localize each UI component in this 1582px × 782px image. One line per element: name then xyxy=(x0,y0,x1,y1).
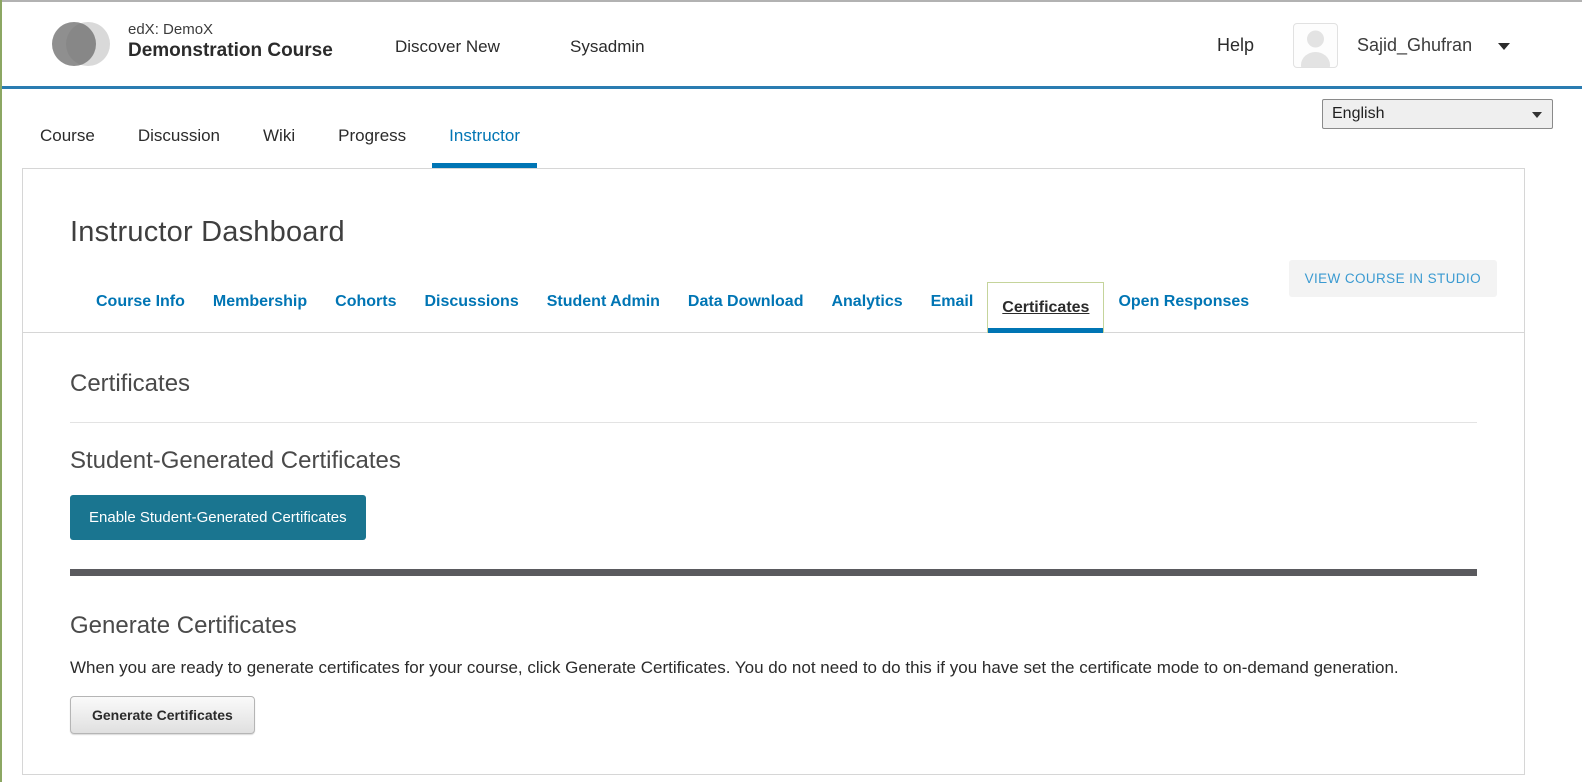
nav-tab-wiki[interactable]: Wiki xyxy=(263,126,295,146)
tab-data-download[interactable]: Data Download xyxy=(674,275,818,332)
user-menu-caret-icon[interactable] xyxy=(1498,43,1510,50)
course-nav: Course Discussion Wiki Progress Instruct… xyxy=(40,126,537,168)
tab-email[interactable]: Email xyxy=(917,275,988,332)
header-link-help[interactable]: Help xyxy=(1217,35,1254,56)
header-link-discover-new[interactable]: Discover New xyxy=(395,37,500,57)
chevron-down-icon xyxy=(1532,112,1542,118)
certificates-section-heading: Certificates xyxy=(70,370,191,397)
course-org-label: edX: DemoX xyxy=(128,21,214,38)
language-select-value: English xyxy=(1332,105,1385,122)
generate-certificates-heading: Generate Certificates xyxy=(70,612,297,639)
header-link-sysadmin[interactable]: Sysadmin xyxy=(570,37,645,57)
nav-tab-progress[interactable]: Progress xyxy=(338,126,406,146)
section-divider xyxy=(70,422,1477,423)
global-header: edX: DemoX Demonstration Course Discover… xyxy=(0,2,1582,89)
tab-cohorts[interactable]: Cohorts xyxy=(321,275,410,332)
tab-course-info[interactable]: Course Info xyxy=(82,275,199,332)
course-title: Demonstration Course xyxy=(128,40,333,61)
page-title: Instructor Dashboard xyxy=(70,216,345,248)
instructor-dashboard-panel: Instructor Dashboard VIEW COURSE IN STUD… xyxy=(22,168,1525,775)
view-course-in-studio-button[interactable]: VIEW COURSE IN STUDIO xyxy=(1288,260,1497,297)
tab-analytics[interactable]: Analytics xyxy=(817,275,916,332)
generate-certificates-button[interactable]: Generate Certificates xyxy=(70,696,255,735)
nav-tab-course[interactable]: Course xyxy=(40,126,95,146)
language-select[interactable]: English xyxy=(1322,99,1553,129)
tab-student-admin[interactable]: Student Admin xyxy=(533,275,674,332)
user-avatar[interactable] xyxy=(1293,23,1338,68)
dark-divider xyxy=(70,569,1477,576)
window-top-edge xyxy=(0,0,1582,2)
nav-tab-discussion[interactable]: Discussion xyxy=(138,126,220,146)
nav-tab-instructor[interactable]: Instructor xyxy=(432,126,537,168)
tab-discussions[interactable]: Discussions xyxy=(410,275,532,332)
tab-open-responses[interactable]: Open Responses xyxy=(1104,275,1263,332)
tab-membership[interactable]: Membership xyxy=(199,275,321,332)
username-label[interactable]: Sajid_Ghufran xyxy=(1357,35,1472,56)
generate-certificates-description: When you are ready to generate certifica… xyxy=(70,658,1399,677)
tab-certificates[interactable]: Certificates xyxy=(987,282,1105,333)
student-generated-heading: Student-Generated Certificates xyxy=(70,447,401,474)
window-left-edge xyxy=(0,0,2,782)
enable-student-generated-certificates-button[interactable]: Enable Student-Generated Certificates xyxy=(70,495,366,540)
edx-logo xyxy=(52,20,112,73)
